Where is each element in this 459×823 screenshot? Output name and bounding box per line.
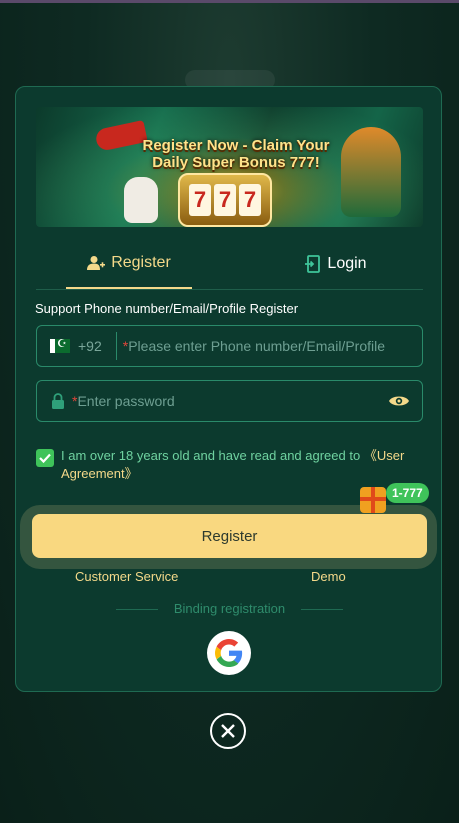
close-icon — [221, 724, 235, 738]
slot-reel-2: 7 — [214, 184, 236, 216]
tab-login[interactable]: Login — [286, 239, 386, 289]
country-code[interactable]: +92 — [78, 338, 102, 354]
register-button-wrap: Register — [20, 505, 437, 569]
pakistan-flag-icon[interactable] — [50, 337, 70, 353]
binding-registration-label: Binding registration — [16, 601, 443, 616]
banner-title-line1: Register Now - Claim Your — [142, 137, 330, 154]
agreement-text: I am over 18 years old and have read and… — [61, 447, 426, 483]
password-input-placeholder[interactable]: Enter password — [77, 393, 174, 409]
banner-title-line2: Daily Super Bonus 777! — [152, 154, 320, 171]
slot-reel-1: 7 — [189, 184, 211, 216]
google-icon — [215, 639, 243, 667]
demo-link[interactable]: Demo — [311, 569, 346, 584]
bunny-illustration — [124, 177, 158, 223]
bonus-badge: 1-777 — [386, 483, 429, 503]
top-bar — [0, 0, 459, 3]
gift-icon — [360, 487, 386, 513]
slot-machine: 7 7 7 — [178, 173, 272, 227]
agreement-checkbox[interactable] — [36, 449, 54, 467]
eye-icon[interactable] — [388, 391, 410, 411]
agreement-row: I am over 18 years old and have read and… — [36, 447, 426, 483]
support-text: Support Phone number/Email/Profile Regis… — [35, 301, 299, 316]
tab-login-label: Login — [327, 255, 367, 272]
lock-icon — [52, 393, 64, 409]
google-signin-button[interactable] — [207, 631, 251, 675]
banner-title: Register Now - Claim Your Daily Super Bo… — [126, 137, 346, 171]
password-field[interactable]: * Enter password — [36, 380, 423, 422]
register-button[interactable]: Register — [32, 514, 427, 558]
customer-service-link[interactable]: Customer Service — [75, 569, 178, 584]
tiger-illustration — [341, 127, 401, 217]
tab-register-label: Register — [111, 254, 171, 271]
login-door-icon — [305, 255, 321, 273]
checkmark-icon — [39, 453, 51, 464]
auth-tabs: Register Login — [36, 239, 423, 290]
add-user-icon — [87, 256, 106, 270]
phone-input-placeholder[interactable]: Please enter Phone number/Email/Profile — [128, 338, 385, 354]
phone-field[interactable]: +92 * Please enter Phone number/Email/Pr… — [36, 325, 423, 367]
tab-register[interactable]: Register — [66, 239, 192, 289]
register-modal: Register Now - Claim Your Daily Super Bo… — [15, 86, 442, 692]
agreement-label: I am over 18 years old and have read and… — [61, 448, 361, 463]
close-button[interactable] — [210, 713, 246, 749]
field-separator — [115, 332, 117, 360]
slot-reel-3: 7 — [239, 184, 261, 216]
promo-banner: Register Now - Claim Your Daily Super Bo… — [36, 107, 423, 227]
